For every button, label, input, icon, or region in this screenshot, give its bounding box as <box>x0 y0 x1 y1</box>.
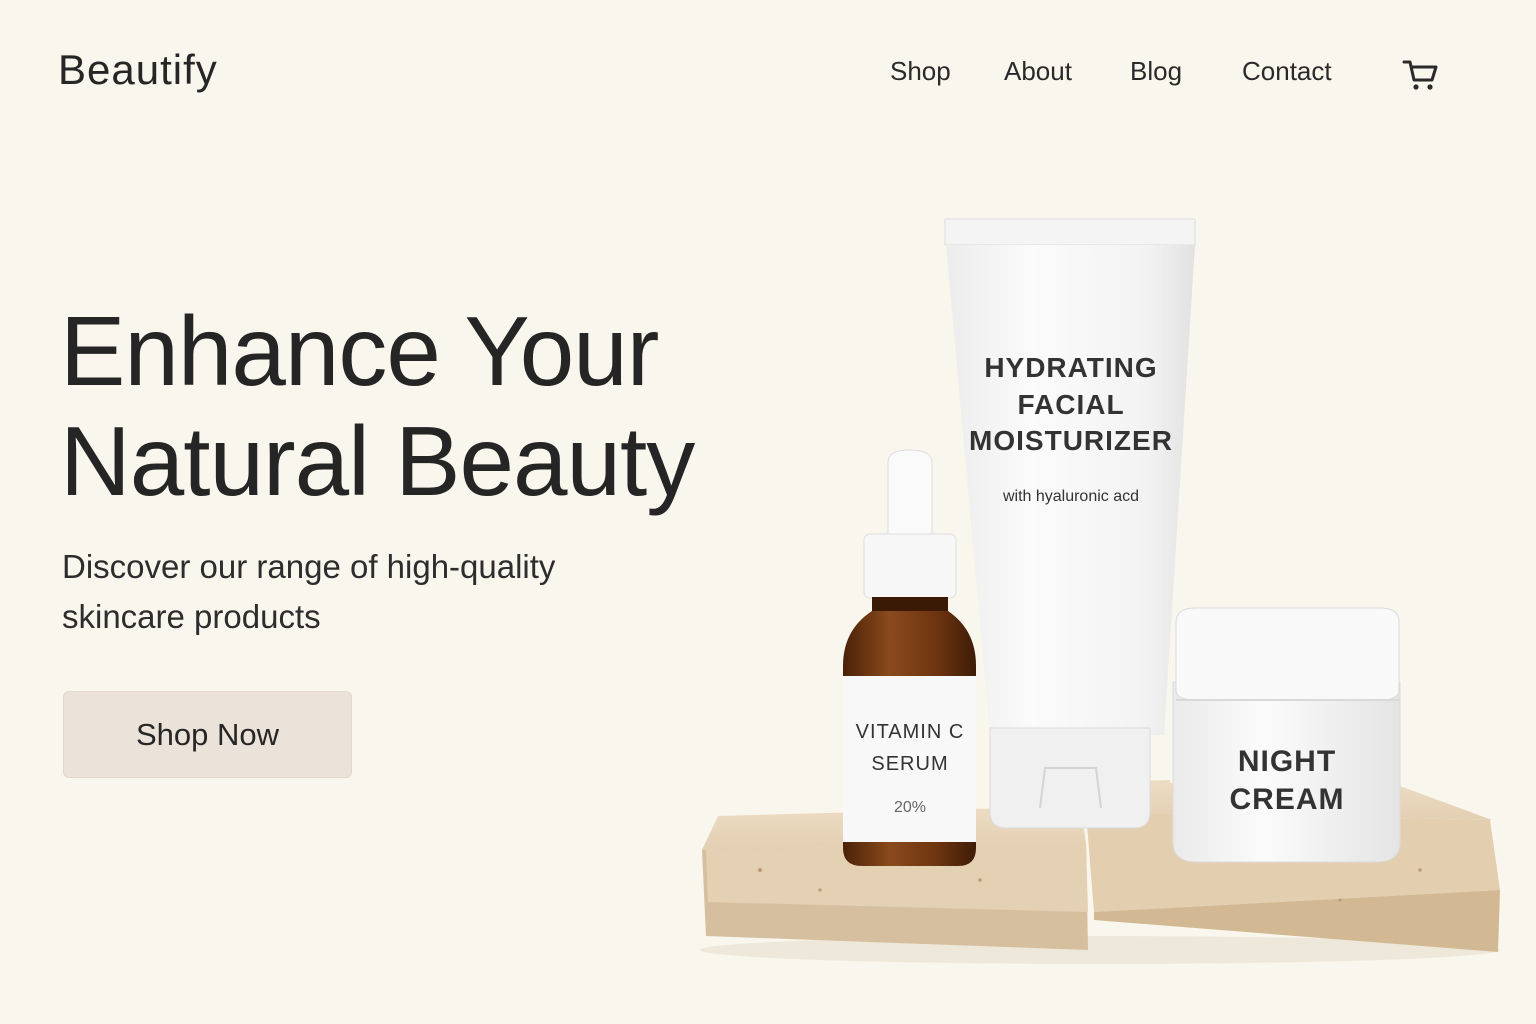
hero-headline-line2: Natural Beauty <box>60 406 695 516</box>
night-cream-label-line1: NIGHT <box>1238 745 1336 778</box>
nav-contact[interactable]: Contact <box>1242 56 1332 87</box>
serum-label-line2: SERUM <box>871 753 948 775</box>
vitamin-c-serum-bottle: VITAMIN C SERUM 20% <box>843 449 976 866</box>
moisturizer-label-line1: HYDRATING <box>984 352 1157 383</box>
moisturizer-label-line2: FACIAL <box>1017 389 1124 420</box>
night-cream-jar: NIGHT CREAM <box>1172 607 1401 863</box>
hero-subheading-line2: skincare products <box>62 598 321 635</box>
night-cream-label-line2: CREAM <box>1230 783 1345 816</box>
serum-label-line1: VITAMIN C <box>856 721 965 743</box>
moisturizer-tagline: with hyaluronic acd <box>1002 488 1139 505</box>
hero-subheading: Discover our range of high-quality skinc… <box>62 542 622 642</box>
moisturizer-tube: HYDRATING FACIAL MOISTURIZER with hyalur… <box>944 218 1196 829</box>
moisturizer-label-line3: MOISTURIZER <box>969 425 1173 456</box>
serum-strength: 20% <box>894 799 926 816</box>
hero-headline-line1: Enhance Your <box>60 296 659 406</box>
product-display: HYDRATING FACIAL MOISTURIZER with hyalur… <box>700 218 1500 964</box>
hero-subheading-line1: Discover our range of high-quality <box>62 548 556 585</box>
nav-blog[interactable]: Blog <box>1130 56 1182 87</box>
nav-about[interactable]: About <box>1004 56 1072 87</box>
shop-now-button[interactable]: Shop Now <box>63 691 352 778</box>
hero-headline: Enhance Your Natural Beauty <box>60 296 780 516</box>
nav-shop[interactable]: Shop <box>890 56 951 87</box>
cart-icon[interactable] <box>1400 54 1440 94</box>
brand-logo[interactable]: Beautify <box>58 46 218 94</box>
